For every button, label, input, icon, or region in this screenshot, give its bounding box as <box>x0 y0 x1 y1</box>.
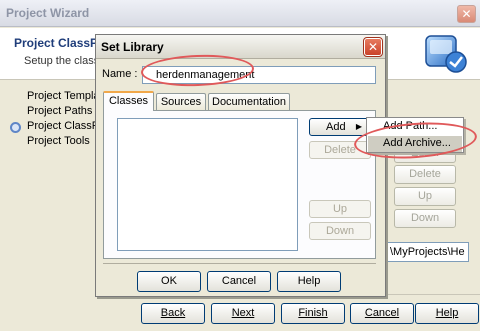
name-label: Name : <box>102 68 138 80</box>
next-button[interactable]: Next <box>211 303 275 324</box>
dialog-close-icon[interactable]: ✕ <box>363 37 383 57</box>
dialog-separator <box>103 263 376 264</box>
current-step-icon <box>10 122 21 133</box>
dialog-help-button[interactable]: Help <box>277 271 341 292</box>
tab-sources[interactable]: Sources <box>156 93 206 110</box>
library-name-input[interactable] <box>142 66 376 84</box>
finish-button[interactable]: Finish <box>281 303 345 324</box>
classpath-field[interactable]: \MyProjects\He <box>387 242 469 262</box>
down-button[interactable]: Down <box>309 222 371 240</box>
wizard-titlebar: Project Wizard ✕ <box>0 0 480 27</box>
dialog-title: Set Library <box>101 40 164 54</box>
back-button[interactable]: Back <box>141 303 205 324</box>
back-label: Back <box>160 307 186 319</box>
tab-documentation[interactable]: Documentation <box>208 93 290 110</box>
help-label: Help <box>435 307 459 319</box>
wizard-logo-icon <box>425 35 467 73</box>
wizard-close-icon[interactable]: ✕ <box>457 5 476 23</box>
tab-classes[interactable]: Classes <box>103 91 154 111</box>
ok-button[interactable]: OK <box>137 271 201 292</box>
add-button[interactable]: Add ▶ <box>309 118 371 136</box>
classes-list[interactable] <box>117 118 298 251</box>
add-label: Add <box>326 121 346 133</box>
dialog-cancel-button[interactable]: Cancel <box>207 271 271 292</box>
menu-item-add-path[interactable]: Add Path... <box>368 119 462 135</box>
next-label: Next <box>231 307 255 319</box>
wizard-delete-button[interactable]: Delete <box>394 165 456 184</box>
wizard-title: Project Wizard <box>6 6 90 20</box>
wizard-step-label: Project Paths <box>27 105 93 117</box>
menu-item-add-archive[interactable]: Add Archive... <box>368 136 462 152</box>
cancel-button[interactable]: Cancel <box>350 303 414 324</box>
delete-button[interactable]: Delete <box>309 141 371 159</box>
submenu-arrow-icon: ▶ <box>355 122 362 131</box>
set-library-dialog: Set Library ✕ Name : Classes Sources Doc… <box>95 34 386 297</box>
help-button[interactable]: Help <box>415 303 479 324</box>
cancel-label: Cancel <box>364 307 400 319</box>
up-button[interactable]: Up <box>309 200 371 218</box>
classes-tab-panel: Add ▶ Delete Up Down <box>103 110 376 259</box>
dialog-titlebar: Set Library ✕ <box>96 35 385 59</box>
add-popup-menu: Add Path... Add Archive... <box>366 117 464 153</box>
wizard-step-label: Project Tools <box>27 135 90 147</box>
wizard-down-button[interactable]: Down <box>394 209 456 228</box>
finish-label: Finish <box>298 307 328 319</box>
wizard-up-button[interactable]: Up <box>394 187 456 206</box>
wizard-button-bar: Back Next Finish Cancel Help <box>134 294 480 331</box>
